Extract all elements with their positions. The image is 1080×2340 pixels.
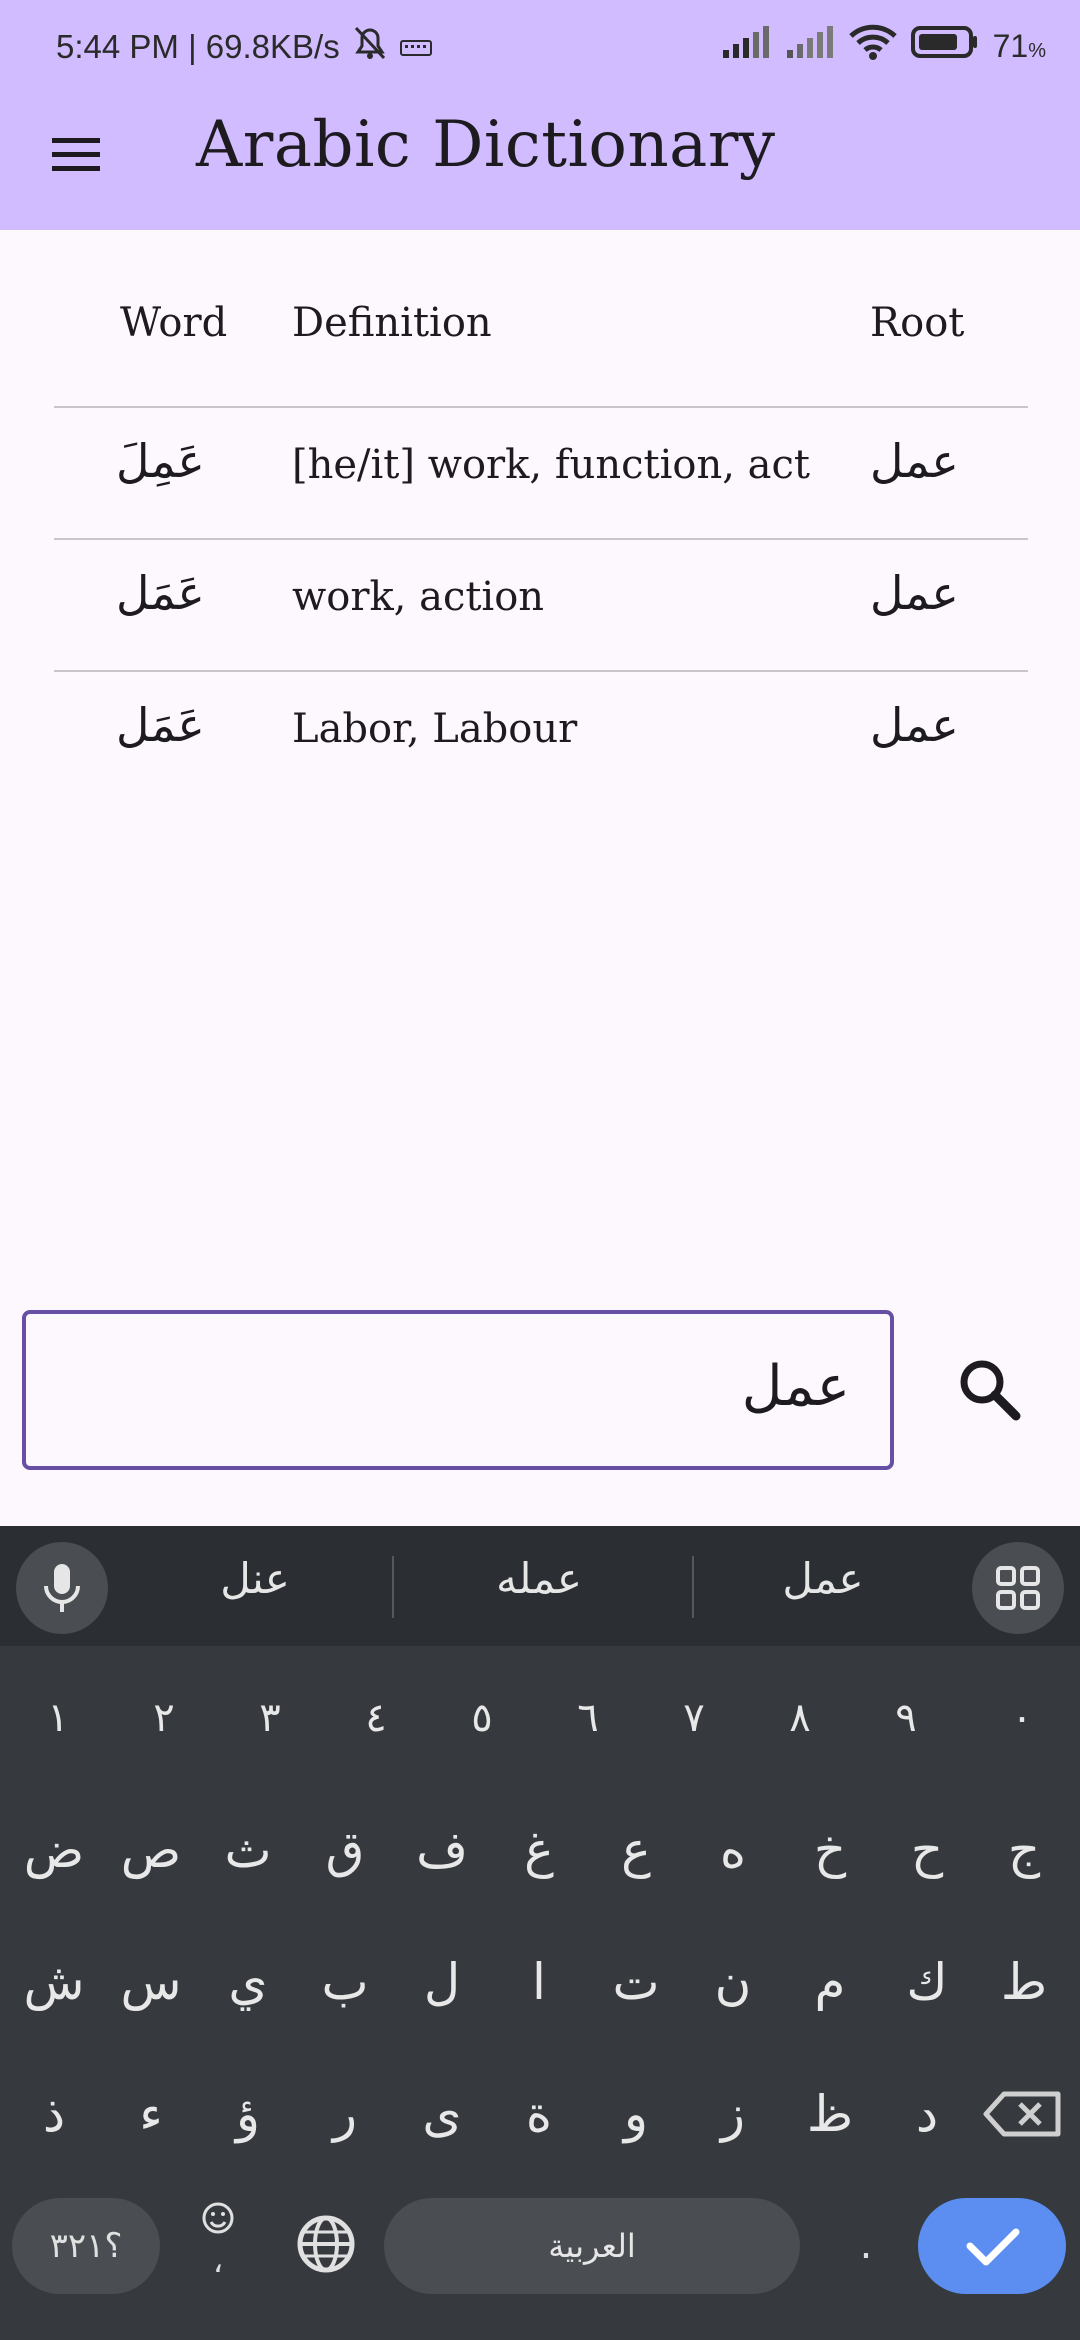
- key-letter[interactable]: ه: [685, 1790, 781, 1910]
- key-letter[interactable]: ق: [297, 1790, 393, 1910]
- header-definition: Definition: [292, 300, 492, 346]
- cell-word: عَمَل: [116, 566, 205, 620]
- key-digit[interactable]: ٨: [752, 1658, 848, 1778]
- table-row[interactable]: عَمَل Labor, Labour عمل: [54, 672, 1028, 802]
- status-left: 5:44 PM | 69.8KB/s: [56, 24, 432, 70]
- key-digit[interactable]: ٩: [858, 1658, 954, 1778]
- cell-definition: work, action: [292, 574, 545, 620]
- mute-icon: [350, 24, 390, 70]
- key-letter[interactable]: ل: [394, 1922, 490, 2042]
- status-right: 71%: [721, 24, 1046, 68]
- key-digit[interactable]: ٢: [116, 1658, 212, 1778]
- cell-root: عمل: [870, 434, 959, 488]
- key-letter[interactable]: ش: [6, 1922, 102, 2042]
- key-letter[interactable]: ت: [588, 1922, 684, 2042]
- suggestion-divider: [392, 1556, 394, 1618]
- table-row[interactable]: عَمَل work, action عمل: [54, 540, 1028, 672]
- key-letter[interactable]: ا: [491, 1922, 587, 2042]
- key-row-digits: ١ ٢ ٣ ٤ ٥ ٦ ٧ ٨ ٩ ٠: [0, 1658, 1080, 1778]
- status-time-speed: 5:44 PM | 69.8KB/s: [56, 28, 340, 65]
- key-letter[interactable]: ج: [976, 1790, 1072, 1910]
- key-row-3: ذ ء ؤ ر ى ة و ز ظ د: [0, 2054, 1080, 2174]
- cell-definition: Labor, Labour: [292, 706, 578, 752]
- key-letter[interactable]: ث: [200, 1790, 296, 1910]
- done-button[interactable]: [918, 2198, 1066, 2294]
- period-key[interactable]: .: [836, 2200, 896, 2290]
- key-digit[interactable]: ٠: [974, 1658, 1070, 1778]
- key-letter[interactable]: ذ: [6, 2054, 102, 2174]
- key-letter[interactable]: ء: [103, 2054, 199, 2174]
- cell-word: عَمِلَ: [116, 434, 205, 488]
- battery-icon: [910, 25, 979, 67]
- menu-icon[interactable]: [40, 118, 112, 190]
- cell-definition: [he/it] work, function, act: [292, 442, 811, 488]
- mic-icon[interactable]: [16, 1542, 108, 1634]
- key-letter[interactable]: غ: [491, 1790, 587, 1910]
- key-letter[interactable]: ر: [297, 2054, 393, 2174]
- battery-percent: 71%: [992, 27, 1046, 64]
- key-digit[interactable]: ٤: [328, 1658, 424, 1778]
- key-letter[interactable]: ص: [103, 1790, 199, 1910]
- key-letter[interactable]: ف: [394, 1790, 490, 1910]
- key-digit[interactable]: ٧: [646, 1658, 742, 1778]
- key-digit[interactable]: ٦: [540, 1658, 636, 1778]
- keyboard-status-icon: [399, 28, 432, 66]
- key-letter[interactable]: ح: [879, 1790, 975, 1910]
- apps-grid-icon[interactable]: [972, 1542, 1064, 1634]
- cell-root: عمل: [870, 698, 959, 752]
- key-letter[interactable]: ك: [879, 1922, 975, 2042]
- table-header: Word Definition Root: [54, 260, 1028, 408]
- emoji-comma-key[interactable]: ،: [186, 2190, 250, 2294]
- key-letter[interactable]: ن: [685, 1922, 781, 2042]
- key-letter[interactable]: و: [588, 2054, 684, 2174]
- key-letter[interactable]: ط: [976, 1922, 1072, 2042]
- key-letter[interactable]: ز: [685, 2054, 781, 2174]
- suggestion-strip: عنل عمله عمل: [0, 1526, 1080, 1646]
- key-letter[interactable]: ى: [394, 2054, 490, 2174]
- cell-root: عمل: [870, 566, 959, 620]
- header-root: Root: [870, 300, 965, 346]
- search-input[interactable]: عمل: [22, 1310, 894, 1470]
- key-row-bottom: ؟٣٢١ ، العربية .: [0, 2190, 1080, 2300]
- key-letter[interactable]: س: [103, 1922, 199, 2042]
- key-letter[interactable]: ي: [200, 1922, 296, 2042]
- key-letter[interactable]: ض: [6, 1790, 102, 1910]
- key-letter[interactable]: خ: [782, 1790, 878, 1910]
- key-letter[interactable]: ظ: [782, 2054, 878, 2174]
- comma-key-label: ،: [212, 2242, 224, 2280]
- results-table: Word Definition Root عَمِلَ [he/it] work…: [54, 260, 1028, 802]
- key-row-1: ض ص ث ق ف غ ع ه خ ح ج: [0, 1790, 1080, 1910]
- status-bar: 5:44 PM | 69.8KB/s 71%: [0, 0, 1080, 95]
- page-title: Arabic Dictionary: [196, 108, 776, 182]
- cell-word: عَمَل: [116, 698, 205, 752]
- key-letter[interactable]: ؤ: [200, 2054, 296, 2174]
- key-digit[interactable]: ١: [10, 1658, 106, 1778]
- key-row-2: ش س ي ب ل ا ت ن م ك ط: [0, 1922, 1080, 2042]
- suggestion-item[interactable]: عمل: [698, 1554, 948, 1603]
- key-letter[interactable]: ة: [491, 2054, 587, 2174]
- top-app-bar: 5:44 PM | 69.8KB/s 71% Arabic Dictionary: [0, 0, 1080, 230]
- table-row[interactable]: عَمِلَ [he/it] work, function, act عمل: [54, 408, 1028, 540]
- space-key[interactable]: العربية: [384, 2198, 800, 2294]
- wifi-icon: [848, 24, 897, 68]
- key-letter[interactable]: د: [879, 2054, 975, 2174]
- symbols-key[interactable]: ؟٣٢١: [12, 2198, 160, 2294]
- globe-icon[interactable]: [290, 2208, 362, 2280]
- search-icon[interactable]: [950, 1350, 1030, 1430]
- suggestion-divider: [692, 1556, 694, 1618]
- key-letter[interactable]: ع: [588, 1790, 684, 1910]
- key-digit[interactable]: ٥: [434, 1658, 530, 1778]
- key-letter[interactable]: ب: [297, 1922, 393, 2042]
- key-digit[interactable]: ٣: [222, 1658, 318, 1778]
- key-letter[interactable]: م: [782, 1922, 878, 2042]
- search-input-value: عمل: [741, 1354, 850, 1419]
- suggestion-item[interactable]: عمله: [414, 1554, 664, 1603]
- signal-icon-2: [785, 26, 835, 66]
- signal-icon: [721, 26, 771, 66]
- suggestion-item[interactable]: عنل: [130, 1554, 380, 1603]
- header-word: Word: [120, 300, 228, 346]
- backspace-icon[interactable]: [976, 2054, 1072, 2174]
